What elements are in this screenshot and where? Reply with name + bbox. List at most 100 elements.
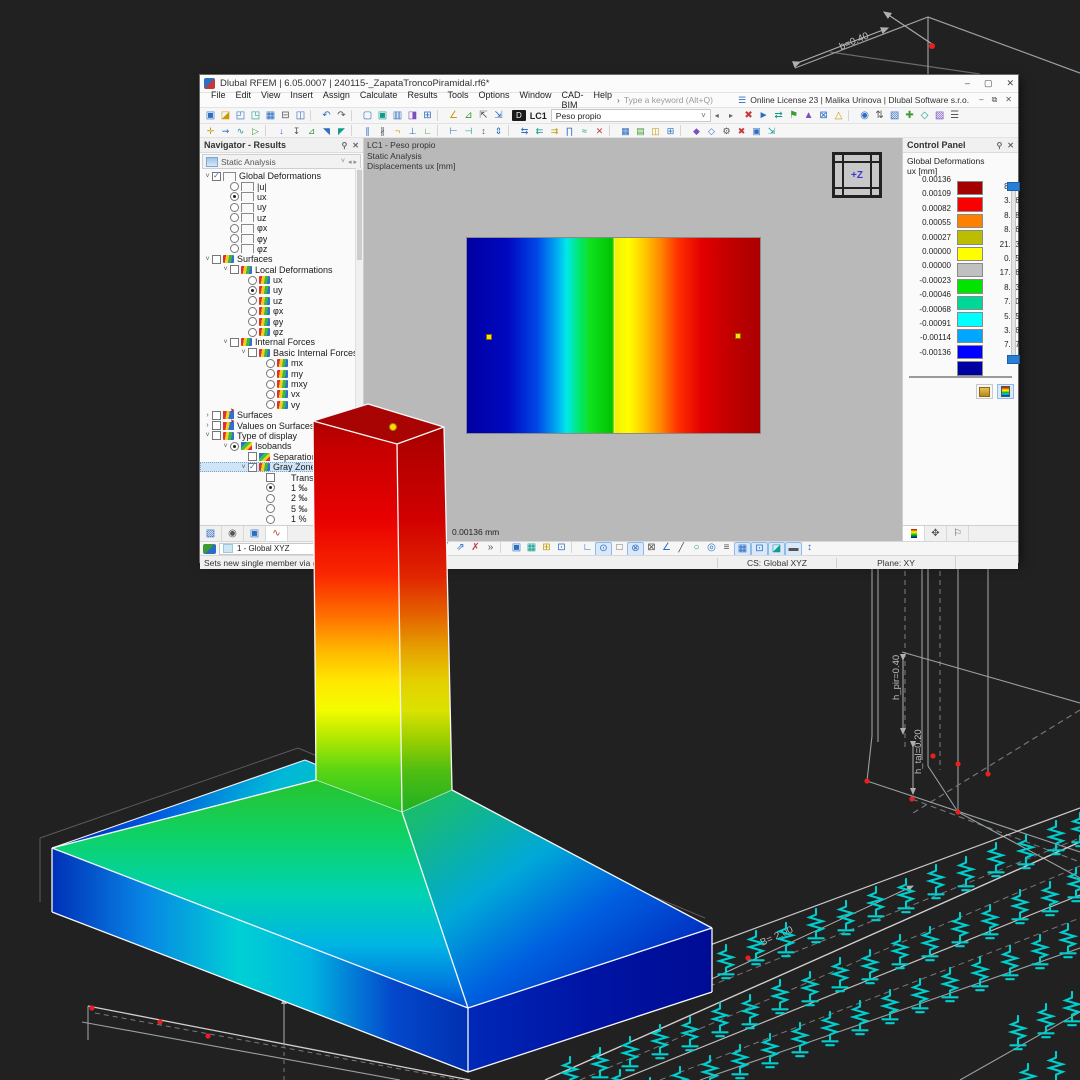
menu-item[interactable]: Help (589, 90, 618, 110)
toolbar-icon[interactable]: ◤ (334, 125, 349, 137)
menu-item[interactable]: File (206, 90, 231, 110)
toolbar-icon[interactable]: ▣ (203, 110, 218, 122)
toolbar-icon[interactable]: ⊿ (304, 125, 319, 137)
tree-toggle-control[interactable] (230, 192, 239, 202)
toolbar-icon[interactable]: ⇅ (872, 110, 887, 122)
tree-expand-icon[interactable]: ˅ (203, 173, 212, 180)
scale-color-swatch[interactable] (957, 361, 983, 376)
toolbar-icon[interactable]: ∠ (446, 110, 461, 122)
toolbar-icon[interactable]: ⊞ (663, 125, 678, 137)
tree-toggle-control[interactable] (212, 410, 221, 420)
toolbar-icon[interactable]: ≈ (577, 125, 592, 137)
tree-item[interactable]: ˅ Surfaces (200, 254, 363, 264)
doc-restore-button[interactable]: ⧉ (992, 95, 998, 105)
tree-item[interactable]: φx (200, 306, 363, 316)
snap-toolbar-icon[interactable]: ∥ (378, 542, 393, 554)
navigator-scrollbar[interactable] (355, 168, 363, 525)
slider-handle-top[interactable] (1007, 182, 1020, 191)
tree-toggle-control[interactable] (266, 369, 275, 379)
toolbar-icon[interactable]: ⊠ (816, 110, 831, 122)
snap-toolbar-icon[interactable]: ▦ (734, 542, 751, 555)
snap-toolbar-icon[interactable]: ╱ (674, 542, 689, 554)
toolbar-icon[interactable]: ► (756, 110, 771, 122)
tree-toggle-control[interactable] (230, 202, 239, 212)
toolbar-icon[interactable]: ∦ (375, 125, 390, 137)
menu-item[interactable]: Results (402, 90, 442, 110)
toolbar-icon[interactable]: ◇ (917, 110, 932, 122)
snap-toolbar-icon[interactable]: ◎ (704, 542, 719, 554)
tree-toggle-control[interactable] (266, 358, 275, 368)
tree-item[interactable]: Transparent (200, 472, 363, 483)
toolbar-icon[interactable]: ▦ (618, 125, 633, 137)
tree-toggle-control[interactable] (212, 421, 221, 431)
tree-toggle-control[interactable] (248, 275, 257, 285)
tree-item[interactable]: 1 ‰ (200, 483, 363, 493)
toolbar-icon[interactable] (265, 125, 272, 136)
snap-toolbar-icon[interactable]: ◪ (768, 542, 785, 555)
menu-item[interactable]: CAD-BIM (557, 90, 589, 110)
tree-toggle-control[interactable] (248, 317, 257, 327)
tree-toggle-control[interactable] (266, 504, 275, 514)
snap-toolbar-icon[interactable]: ▣ (509, 542, 524, 554)
scale-color-swatch[interactable] (957, 295, 983, 311)
control-panel-tab[interactable] (903, 526, 925, 541)
tree-item[interactable]: Separation Lines (200, 452, 363, 462)
slider-handle-bottom[interactable] (1007, 355, 1020, 364)
tree-expand-icon[interactable]: ˅ (239, 349, 248, 356)
tree-item[interactable]: my (200, 368, 363, 379)
tree-item[interactable]: uz (200, 213, 363, 223)
snap-toolbar-icon[interactable]: ≡ (719, 542, 734, 554)
toolbar-icon[interactable]: ▣ (375, 110, 390, 122)
tree-item[interactable]: φy (200, 316, 363, 327)
control-panel-tab[interactable]: ✥ (925, 526, 947, 541)
toolbar-icon[interactable]: ⇱ (476, 110, 491, 122)
snap-toolbar-icon[interactable]: ⊡ (554, 542, 569, 554)
scale-option-button[interactable] (997, 384, 1014, 399)
tree-item[interactable]: φz (200, 327, 363, 337)
tree-toggle-control[interactable] (212, 171, 221, 181)
doc-close-button[interactable]: ✕ (1005, 95, 1012, 105)
snap-toolbar-icon[interactable]: ∠ (659, 542, 674, 554)
tree-item[interactable]: φy (200, 233, 363, 244)
tree-toggle-control[interactable] (266, 493, 275, 503)
snap-toolbar-icon[interactable]: □ (612, 542, 627, 554)
tree-item[interactable]: |u| (200, 181, 363, 192)
snap-toolbar-icon[interactable]: ✎ (322, 542, 337, 554)
toolbar-icon[interactable]: ◨ (405, 110, 420, 122)
tree-toggle-control[interactable] (248, 285, 257, 295)
toolbar-icon[interactable]: ◳ (248, 110, 263, 122)
toolbar-icon[interactable]: ⊿ (461, 110, 476, 122)
tree-expand-icon[interactable]: ˅ (221, 266, 230, 273)
toolbar-icon[interactable]: ⇆ (517, 125, 532, 137)
toolbar-icon[interactable]: ⇲ (491, 110, 506, 122)
tree-item[interactable]: ˅ Isobands (200, 441, 363, 451)
toolbar-icon[interactable] (848, 109, 855, 121)
control-panel-tab[interactable]: ⚐ (947, 526, 969, 541)
toolbar-icon[interactable]: ◆ (689, 125, 704, 137)
tree-toggle-control[interactable] (230, 213, 239, 223)
toolbar-icon[interactable] (437, 109, 444, 121)
snap-logo-icon[interactable] (203, 543, 216, 554)
tree-item[interactable]: uy (200, 202, 363, 212)
toolbar-icon[interactable] (310, 109, 317, 121)
view-cube[interactable]: +Z (832, 152, 882, 198)
menu-item[interactable]: Calculate (355, 90, 403, 110)
snap-toolbar-icon[interactable]: ○ (689, 542, 704, 554)
tree-item[interactable]: ux (200, 192, 363, 202)
tree-toggle-control[interactable] (266, 389, 275, 399)
toolbar-icon[interactable]: ✖ (741, 110, 756, 122)
tree-expand-icon[interactable]: ˅ (221, 339, 230, 346)
coordinate-system-combo[interactable]: 1 - Global XYZ ˅ (219, 542, 322, 555)
toolbar-icon[interactable]: ⚑ (786, 110, 801, 122)
toolbar-icon[interactable]: ▤ (633, 125, 648, 137)
tree-item[interactable]: mx (200, 358, 363, 368)
tree-toggle-control[interactable] (266, 514, 275, 524)
status-work-plane[interactable]: Plane: XY (836, 557, 955, 568)
doc-minimize-button[interactable]: – (979, 95, 983, 105)
tree-item[interactable]: mxy (200, 379, 363, 389)
snap-toolbar-icon[interactable] (354, 542, 361, 553)
snap-toolbar-icon[interactable]: ⋁ (393, 542, 408, 554)
toolbar-icon[interactable] (437, 125, 444, 136)
tree-item[interactable]: › Surfaces (200, 407, 363, 420)
navigator-tab[interactable]: ▣ (244, 526, 266, 541)
